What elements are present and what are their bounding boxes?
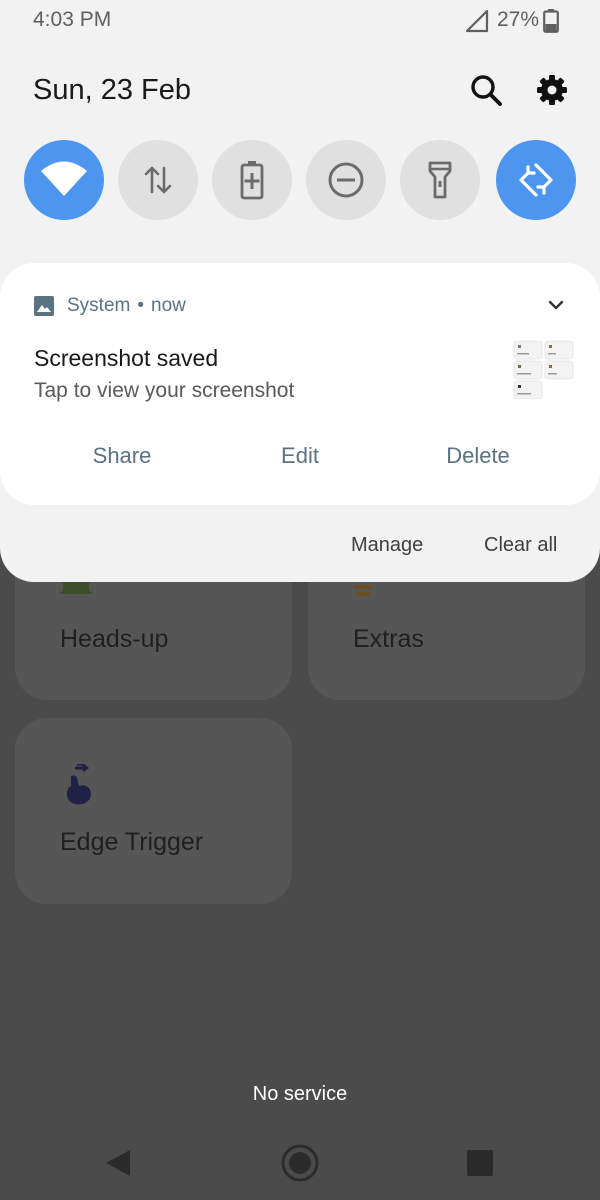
back-icon (106, 1150, 130, 1176)
recents-button[interactable] (458, 1141, 502, 1185)
wifi-icon (41, 161, 87, 196)
qs-tile-do-not-disturb[interactable] (306, 140, 386, 220)
notification-shade: 4:03 PM 27% Sun, 23 Feb System • now Scr… (0, 0, 600, 582)
manage-button[interactable]: Manage (351, 534, 423, 557)
notification-header: System • now (34, 293, 186, 319)
battery-icon (543, 9, 559, 33)
status-time: 4:03 PM (33, 8, 112, 31)
signal-empty-icon (465, 9, 489, 33)
extras-label: Extras (353, 625, 424, 653)
edge-trigger-card[interactable]: Edge Trigger (15, 718, 292, 904)
qs-tile-mobile-data[interactable] (118, 140, 198, 220)
data-arrows-icon (144, 166, 172, 194)
shade-header: Sun, 23 Feb (0, 68, 600, 116)
quick-settings-row (0, 140, 600, 222)
auto-rotate-icon (519, 163, 553, 197)
image-icon (34, 296, 54, 316)
home-button[interactable] (278, 1141, 322, 1185)
heads-up-label: Heads-up (60, 625, 169, 653)
qs-tile-wifi[interactable] (24, 140, 104, 220)
edge-trigger-label: Edge Trigger (60, 828, 204, 856)
edit-button[interactable]: Edit (210, 443, 390, 469)
flashlight-icon (428, 161, 452, 199)
notification-time: now (151, 295, 186, 316)
screenshot-preview-image (512, 339, 574, 399)
date-label: Sun, 23 Feb (33, 74, 191, 106)
search-button[interactable] (466, 70, 506, 110)
status-bar: 4:03 PM 27% (0, 0, 600, 42)
gear-icon (537, 75, 567, 105)
notification-title: Screenshot saved (34, 345, 219, 371)
carrier-status: No service (252, 1083, 348, 1105)
qs-tile-battery-saver[interactable] (212, 140, 292, 220)
home-icon (281, 1144, 319, 1182)
battery-percent: 27% (497, 8, 540, 31)
share-button[interactable]: Share (32, 443, 212, 469)
notification-text: Tap to view your screenshot (34, 379, 295, 402)
screenshot-notification[interactable]: System • now Screenshot saved Tap to vie… (0, 263, 600, 505)
qs-tile-flashlight[interactable] (400, 140, 480, 220)
notification-app-name: System (67, 295, 131, 316)
delete-button[interactable]: Delete (388, 443, 568, 469)
qs-tile-auto-rotate[interactable] (496, 140, 576, 220)
notification-separator: • (137, 295, 145, 316)
recents-icon (467, 1150, 493, 1176)
navigation-bar (0, 1125, 600, 1200)
search-icon (471, 75, 502, 106)
clear-all-button[interactable]: Clear all (484, 534, 557, 557)
screenshot-thumbnail[interactable] (512, 339, 574, 399)
back-button[interactable] (96, 1141, 140, 1185)
swipe-finger-icon (67, 764, 91, 805)
settings-button[interactable] (532, 70, 572, 110)
do-not-disturb-icon (328, 162, 364, 198)
battery-saver-icon (240, 161, 264, 200)
chevron-down-icon[interactable] (544, 293, 568, 317)
